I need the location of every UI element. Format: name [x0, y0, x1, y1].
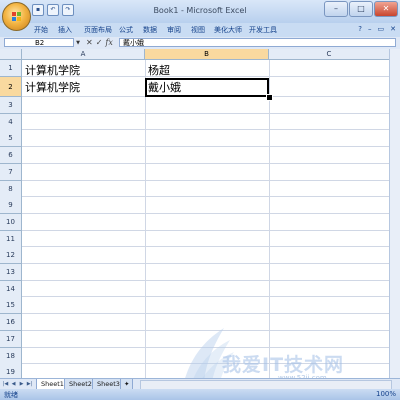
ribbon-right-controls: ? – ▭ ✕ [358, 25, 396, 33]
formula-bar-buttons: ✕ ✓ fx [86, 37, 113, 49]
row-header-11[interactable]: 11 [0, 231, 22, 248]
close-button[interactable]: ✕ [374, 1, 398, 17]
fill-handle[interactable] [266, 94, 273, 101]
grid-row-line [22, 113, 400, 114]
grid-row-line [22, 313, 400, 314]
grid-row-line [22, 213, 400, 214]
row-header-9[interactable]: 9 [0, 197, 22, 214]
office-logo-icon [11, 11, 21, 21]
grid-row-line [22, 330, 400, 331]
row-header-4[interactable]: 4 [0, 114, 22, 131]
zoom-level[interactable]: 100% [376, 390, 396, 398]
vertical-scrollbar[interactable] [389, 49, 400, 378]
active-cell-border [145, 78, 269, 97]
grid-row-line [22, 163, 400, 164]
spreadsheet-grid[interactable]: A B C 1 2 3 4 5 6 7 8 9 10 11 12 13 14 15 16 17 18 19 计算机学… [0, 49, 400, 378]
column-header-c[interactable]: C [269, 49, 390, 60]
tab-home[interactable]: 开始 [34, 25, 48, 35]
row-header-16[interactable]: 16 [0, 314, 22, 331]
tab-view[interactable]: 视图 [191, 25, 205, 35]
row-header-2[interactable]: 2 [0, 77, 22, 97]
row-header-15[interactable]: 15 [0, 297, 22, 314]
row-header-18[interactable]: 18 [0, 348, 22, 365]
row-header-17[interactable]: 17 [0, 331, 22, 348]
prev-sheet-icon[interactable]: ◀ [10, 380, 17, 388]
grid-row-line [22, 180, 400, 181]
row-header-3[interactable]: 3 [0, 97, 22, 114]
grid-row-line [22, 196, 400, 197]
row-header-8[interactable]: 8 [0, 181, 22, 198]
row-header-6[interactable]: 6 [0, 147, 22, 164]
tab-developer[interactable]: 开发工具 [249, 25, 277, 35]
office-button[interactable] [2, 2, 31, 31]
grid-row-line [22, 230, 400, 231]
title-bar: ▪ ↶ ↷ Book1 - Microsoft Excel – □ ✕ [0, 0, 400, 23]
first-sheet-icon[interactable]: |◀ [2, 380, 9, 388]
column-header-a[interactable]: A [22, 49, 145, 60]
tab-data[interactable]: 数据 [143, 25, 157, 35]
tab-beautify[interactable]: 美化大师 [214, 25, 242, 35]
cell-b1[interactable]: 杨超 [145, 62, 170, 78]
name-box[interactable]: B2 [4, 38, 74, 47]
enter-icon[interactable]: ✓ [96, 37, 103, 49]
sheet-navigation: |◀ ◀ ▶ ▶| [2, 380, 33, 388]
cell-a1[interactable]: 计算机学院 [22, 62, 80, 78]
tab-insert[interactable]: 插入 [58, 25, 72, 35]
status-bar: 就绪 100% [0, 389, 400, 400]
ribbon-tabs: 开始 插入 页面布局 公式 数据 审阅 视图 美化大师 开发工具 ? – ▭ ✕ [0, 23, 400, 38]
grid-column-line [145, 60, 146, 378]
cancel-icon[interactable]: ✕ [86, 37, 93, 49]
grid-row-line [22, 146, 400, 147]
window-controls: – □ ✕ [324, 1, 398, 17]
grid-row-line [22, 129, 400, 130]
row-header-7[interactable]: 7 [0, 164, 22, 181]
grid-row-line [22, 246, 400, 247]
row-header-1[interactable]: 1 [0, 60, 22, 77]
formula-input[interactable]: 戴小娥 [119, 38, 396, 47]
row-header-5[interactable]: 5 [0, 130, 22, 147]
grid-column-line [269, 60, 270, 378]
row-header-14[interactable]: 14 [0, 281, 22, 298]
row-header-10[interactable]: 10 [0, 214, 22, 231]
minimize-button[interactable]: – [324, 1, 348, 17]
row-header-19[interactable]: 19 [0, 364, 22, 378]
next-sheet-icon[interactable]: ▶ [18, 380, 25, 388]
row-header-12[interactable]: 12 [0, 247, 22, 264]
grid-row-line [22, 363, 400, 364]
insert-function-button[interactable]: fx [105, 37, 112, 49]
tab-page-layout[interactable]: 页面布局 [84, 25, 112, 35]
last-sheet-icon[interactable]: ▶| [26, 380, 33, 388]
select-all-corner[interactable] [0, 49, 22, 60]
ribbon-minimize-icon[interactable]: – [368, 25, 372, 33]
ribbon-restore-icon[interactable]: ▭ [378, 25, 385, 33]
grid-row-line [22, 347, 400, 348]
tab-formulas[interactable]: 公式 [119, 25, 133, 35]
column-header-b[interactable]: B [145, 49, 269, 60]
name-box-dropdown-icon[interactable]: ▼ [74, 38, 82, 48]
tab-review[interactable]: 审阅 [167, 25, 181, 35]
grid-row-line [22, 263, 400, 264]
row-header-13[interactable]: 13 [0, 264, 22, 281]
ribbon-close-icon[interactable]: ✕ [390, 25, 396, 33]
grid-row-line [22, 296, 400, 297]
status-mode: 就绪 [4, 391, 18, 399]
help-icon[interactable]: ? [358, 25, 362, 33]
maximize-button[interactable]: □ [349, 1, 373, 17]
cell-a2[interactable]: 计算机学院 [22, 79, 80, 95]
grid-row-line [22, 280, 400, 281]
